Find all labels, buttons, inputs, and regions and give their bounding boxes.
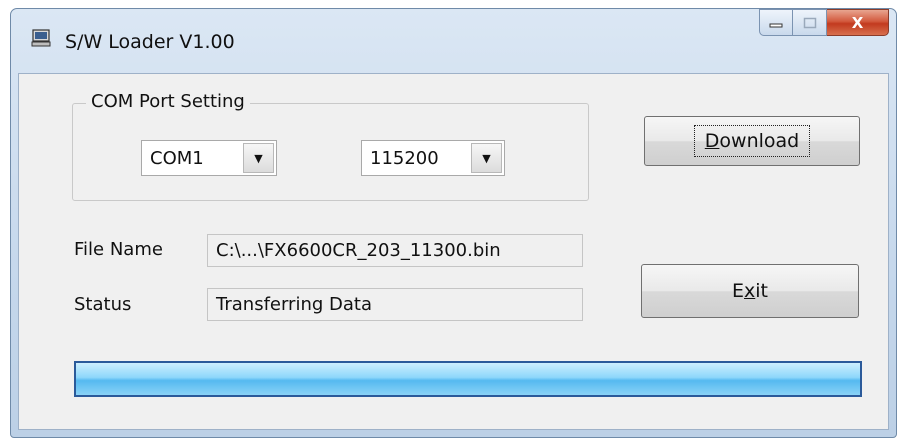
exit-label-prefix: E <box>732 280 745 302</box>
exit-accelerator: x <box>744 280 756 302</box>
close-button[interactable]: X <box>827 9 889 36</box>
exit-button[interactable]: Exit <box>641 264 859 318</box>
caption-buttons: X <box>759 9 889 37</box>
chevron-down-icon[interactable]: ▼ <box>471 143 502 173</box>
maximize-button[interactable] <box>793 9 827 36</box>
baud-rate-value: 115200 <box>370 147 439 169</box>
chevron-down-icon[interactable]: ▼ <box>243 143 274 173</box>
progress-bar <box>74 361 862 397</box>
file-name-label: File Name <box>74 239 163 260</box>
baud-rate-select[interactable]: 115200 ▼ <box>361 140 505 176</box>
progress-fill <box>76 363 860 395</box>
status-field: Transferring Data <box>207 288 583 321</box>
app-window: S/W Loader V1.00 X COM Port Setting COM1 <box>10 8 897 438</box>
window-title: S/W Loader V1.00 <box>65 31 235 53</box>
computer-icon <box>31 29 51 47</box>
maximize-icon <box>803 17 816 28</box>
com-port-groupbox: COM Port Setting COM1 ▼ 115200 ▼ <box>72 91 589 201</box>
download-button-label: Download <box>693 125 811 157</box>
minimize-button[interactable] <box>759 9 793 36</box>
status-label: Status <box>74 294 132 315</box>
com-port-value: COM1 <box>150 147 204 169</box>
minimize-icon <box>769 23 783 27</box>
file-name-field: C:\...\FX6600CR_203_11300.bin <box>207 234 583 267</box>
close-icon: X <box>851 13 864 32</box>
download-label-rest: ownload <box>719 130 800 152</box>
title-bar[interactable]: S/W Loader V1.00 X <box>11 9 896 73</box>
download-accelerator: D <box>704 130 720 152</box>
exit-label-rest: it <box>755 280 768 302</box>
exit-button-label: Exit <box>732 280 768 302</box>
download-button[interactable]: Download <box>644 116 860 166</box>
dialog-client-area: COM Port Setting COM1 ▼ 115200 ▼ Downloa… <box>18 73 889 430</box>
com-port-legend: COM Port Setting <box>86 91 250 112</box>
com-port-select[interactable]: COM1 ▼ <box>141 140 277 176</box>
